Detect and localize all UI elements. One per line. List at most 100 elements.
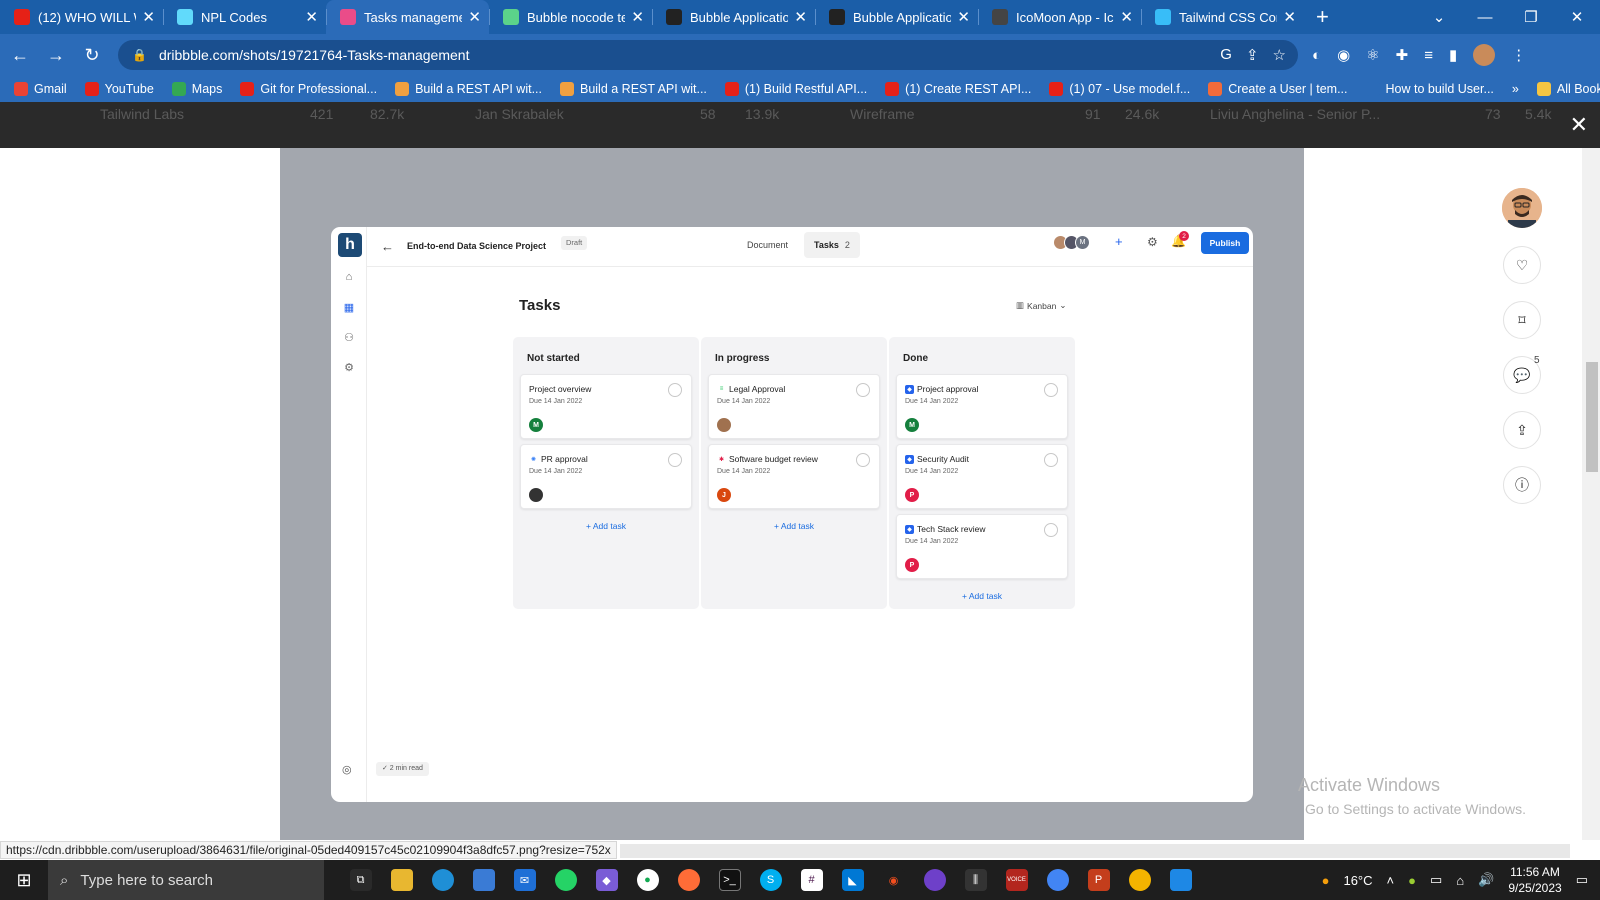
gear-icon[interactable]: ⚙ <box>1147 235 1158 249</box>
notifications-icon[interactable]: ▭ <box>1576 872 1588 888</box>
restore-button[interactable]: ❐ <box>1508 8 1554 26</box>
bookmark-item[interactable]: Build a REST API wit... <box>395 82 542 96</box>
chrome-icon[interactable] <box>1119 860 1160 900</box>
bookmark-item[interactable]: Gmail <box>14 82 67 96</box>
browser-tab[interactable]: Bubble Application ✕ <box>652 0 815 34</box>
chrome-icon[interactable] <box>1037 860 1078 900</box>
scrollbar-thumb[interactable] <box>1586 362 1598 472</box>
home-icon[interactable]: ⌂ <box>342 270 356 284</box>
close-tab-icon[interactable]: ✕ <box>1283 8 1296 26</box>
url-input[interactable]: 🔒 dribbble.com/shots/19721764-Tasks-mana… <box>118 40 1298 70</box>
reading-list-icon[interactable]: ≡ <box>1424 47 1433 64</box>
side-panel-icon[interactable]: ▮ <box>1449 46 1457 64</box>
task-card[interactable]: ◆ Tech Stack review Due 14 Jan 2022 P <box>896 514 1068 579</box>
profile-avatar[interactable] <box>1473 44 1496 66</box>
assignee-avatar[interactable]: P <box>905 558 919 572</box>
minimize-button[interactable]: — <box>1462 9 1508 26</box>
browser-tab[interactable]: Bubble nocode ten ✕ <box>489 0 652 34</box>
close-shot-icon[interactable]: ✕ <box>1570 112 1588 138</box>
whatsapp-icon[interactable] <box>545 860 586 900</box>
view-select[interactable]: ▥ Kanban ⌄ <box>1016 300 1066 311</box>
bookmark-item[interactable]: Git for Professional... <box>240 82 377 96</box>
assignee-avatar[interactable] <box>529 488 543 502</box>
collaborators[interactable]: M <box>1053 235 1090 250</box>
task-complete-checkbox[interactable] <box>856 453 870 467</box>
add-collaborator-icon[interactable]: + <box>1115 234 1123 249</box>
figma-icon[interactable]: ◉ <box>873 860 914 900</box>
task-complete-checkbox[interactable] <box>668 383 682 397</box>
task-card[interactable]: ◆ Security Audit Due 14 Jan 2022 P <box>896 444 1068 509</box>
task-complete-checkbox[interactable] <box>1044 383 1058 397</box>
bookmark-item[interactable]: (1) Build Restful API... <box>724 82 867 96</box>
add-task-button[interactable]: + Add task <box>708 521 880 531</box>
users-icon[interactable]: ⚇ <box>342 330 356 344</box>
reload-button[interactable]: ↻ <box>76 45 108 66</box>
close-tab-icon[interactable]: ✕ <box>305 8 318 26</box>
edge-icon[interactable] <box>422 860 463 900</box>
bookmark-item[interactable]: (1) Create REST API... <box>885 82 1031 96</box>
task-card[interactable]: ◆ Project approval Due 14 Jan 2022 M <box>896 374 1068 439</box>
browser-tab[interactable]: Tasks management ✕ <box>326 0 489 34</box>
google-icon[interactable]: G <box>1220 46 1232 64</box>
mixer-icon[interactable]: ⫼ <box>955 860 996 900</box>
skype-icon[interactable]: S <box>750 860 791 900</box>
task-card[interactable]: ✺ PR approval Due 14 Jan 2022 <box>520 444 692 509</box>
app-logo[interactable]: h <box>338 233 362 257</box>
close-tab-icon[interactable]: ✕ <box>957 8 970 26</box>
task-complete-checkbox[interactable] <box>668 453 682 467</box>
vscode-icon[interactable]: ◣ <box>832 860 873 900</box>
network-icon[interactable]: ⌂ <box>1456 873 1464 888</box>
file-explorer-icon[interactable] <box>381 860 422 900</box>
tab-document[interactable]: Document <box>737 232 798 258</box>
task-card[interactable]: Project overview Due 14 Jan 2022 M <box>520 374 692 439</box>
github-icon[interactable] <box>914 860 955 900</box>
store-icon[interactable] <box>463 860 504 900</box>
windows-start-icon[interactable]: ⊞ <box>0 870 48 891</box>
dashboard-icon[interactable]: ▦ <box>342 300 356 314</box>
git-icon[interactable]: ◆ <box>586 860 627 900</box>
mail-icon[interactable]: ✉ <box>504 860 545 900</box>
close-tab-icon[interactable]: ✕ <box>468 8 481 26</box>
task-complete-checkbox[interactable] <box>1044 523 1058 537</box>
postman-icon[interactable] <box>668 860 709 900</box>
forward-button[interactable]: → <box>40 45 72 66</box>
new-tab-button[interactable]: + <box>1316 4 1329 30</box>
close-tab-icon[interactable]: ✕ <box>794 8 807 26</box>
help-icon[interactable]: ◎ <box>342 763 352 776</box>
powerpoint-icon[interactable]: P <box>1078 860 1119 900</box>
slack-icon[interactable]: # <box>791 860 832 900</box>
back-button[interactable]: ← <box>4 45 36 66</box>
bookmark-item[interactable]: How to build User... <box>1365 82 1494 96</box>
task-complete-checkbox[interactable] <box>856 383 870 397</box>
close-tab-icon[interactable]: ✕ <box>1120 8 1133 26</box>
site-info-icon[interactable]: 🔒 <box>132 48 147 62</box>
assignee-avatar[interactable] <box>717 418 731 432</box>
weather-icon[interactable]: ● <box>1322 873 1330 888</box>
browser-tab[interactable]: IcoMoon App - Ico ✕ <box>978 0 1141 34</box>
extension-icon[interactable]: ◉ <box>1337 46 1350 64</box>
assignee-avatar[interactable]: P <box>905 488 919 502</box>
browser-tab[interactable]: (12) WHO WILL WI ✕ <box>0 0 163 34</box>
back-arrow-icon[interactable]: ← <box>381 239 394 254</box>
close-window-button[interactable]: ✕ <box>1554 8 1600 26</box>
more-bookmarks-button[interactable]: » <box>1512 82 1519 96</box>
chevron-up-icon[interactable]: ˄ <box>1387 873 1395 888</box>
assignee-avatar[interactable]: J <box>717 488 731 502</box>
task-complete-checkbox[interactable] <box>1044 453 1058 467</box>
task-view-icon[interactable]: ⧉ <box>340 860 381 900</box>
all-bookmarks-button[interactable]: All Bookmarks <box>1536 82 1600 96</box>
like-heart-icon[interactable]: ♡ <box>1503 246 1541 284</box>
star-icon[interactable]: ☆ <box>1273 46 1286 64</box>
bookmark-item[interactable]: Maps <box>171 82 222 96</box>
battery-icon[interactable]: ▭ <box>1430 872 1442 888</box>
browser-tab[interactable]: Bubble Application ✕ <box>815 0 978 34</box>
close-tab-icon[interactable]: ✕ <box>631 8 644 26</box>
assignee-avatar[interactable]: M <box>905 418 919 432</box>
task-card[interactable]: ✱ Software budget review Due 14 Jan 2022 … <box>708 444 880 509</box>
tab-search-icon[interactable]: ⌄ <box>1416 8 1462 26</box>
close-tab-icon[interactable]: ✕ <box>142 8 155 26</box>
settings-icon[interactable]: ⚙ <box>342 360 356 374</box>
volume-icon[interactable]: 🔊 <box>1478 872 1494 888</box>
add-task-button[interactable]: + Add task <box>520 521 692 531</box>
voicemeeter-icon[interactable]: VOICE <box>996 860 1037 900</box>
